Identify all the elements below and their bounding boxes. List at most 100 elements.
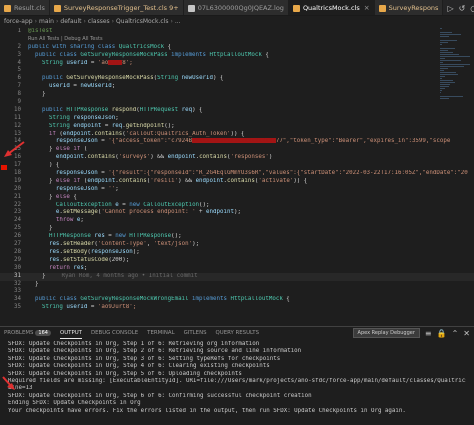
code-line[interactable]: 13 if (endpoint.contains('callout:Qualtr…: [0, 131, 474, 139]
code-line[interactable]: 9: [0, 99, 474, 107]
panel-tab-list: PROBLEMS 164 OUTPUT DEBUG CONSOLE TERMINAL GI…: [4, 327, 268, 339]
circle-icon[interactable]: ○: [470, 4, 474, 13]
code-token: {: [164, 43, 172, 50]
code-line[interactable]: 2 public with sharing class QualtricsMock…: [0, 44, 474, 52]
code-token: HTTPResponse: [48, 233, 91, 240]
code-line[interactable]: 24 throw e;: [0, 217, 474, 225]
codelens-run-tests[interactable]: Run All Tests | Debug All Tests: [28, 36, 103, 42]
code-line[interactable]: 31 } Ryan Rom, 4 months ago • Initial com…: [0, 272, 474, 281]
editor-tab[interactable]: QualtricsMock.cls ×: [288, 0, 375, 15]
code-editor[interactable]: 1 @isTest Run All Tests | Debug All Tests 2…: [0, 28, 474, 326]
code-line[interactable]: 27 res.setHeader('Content-Type', 'text/j…: [0, 241, 474, 249]
code-token: else if: [55, 177, 81, 184]
minimap-line: [440, 60, 461, 61]
lines-icon[interactable]: ≡: [425, 329, 432, 338]
panel-tab-label: PROBLEMS: [4, 330, 34, 336]
code-line[interactable]: 17 ) {: [0, 162, 474, 170]
checkpoint-marker[interactable]: [0, 28, 10, 326]
code-line[interactable]: 10 public HTTPResponse respond(HTTPReque…: [0, 107, 474, 115]
code-line[interactable]: 28 res.setBody(responseJson);: [0, 249, 474, 257]
code-line[interactable]: 18 responseJson = '{"result":{"responseI…: [0, 170, 474, 178]
panel-tab[interactable]: TERMINAL: [147, 327, 174, 339]
code-line[interactable]: 4 String userId = 'aoxxxx8';: [0, 59, 474, 68]
editor-tab[interactable]: Result.cls: [0, 0, 50, 15]
code-token: );: [233, 209, 241, 216]
lock-icon[interactable]: 🔒: [437, 329, 447, 338]
breadcrumb-item[interactable]: main: [39, 18, 54, 25]
code-line[interactable]: 19 } else if (endpoint.contains('resili'…: [0, 178, 474, 186]
file-icon: [4, 4, 11, 12]
code-token: 'ao: [97, 59, 109, 66]
breadcrumb-item[interactable]: ...: [175, 18, 181, 25]
editor-tab[interactable]: SurveyResponseTrigger_Test.cls 9+: [49, 0, 184, 15]
gitlens-blame-annotation[interactable]: Ryan Rom, 4 months ago • Initial commit: [61, 273, 197, 279]
breadcrumb-item[interactable]: default: [60, 18, 81, 25]
minimap-line: [440, 42, 448, 43]
code-line[interactable]: 20 responseJson = '';: [0, 186, 474, 194]
output-channel-select[interactable]: Apex Replay Debugger: [352, 328, 420, 338]
code-line[interactable]: 35 String userId = 'ao9Jurt8';: [0, 304, 474, 312]
code-text: } else if (: [24, 146, 474, 154]
code-line[interactable]: 32 }: [0, 281, 474, 289]
code-token: else if: [55, 146, 81, 153]
close-icon[interactable]: ✕: [463, 329, 470, 338]
panel-tab[interactable]: DEBUG CONSOLE: [91, 327, 138, 339]
breadcrumb-item[interactable]: QualtricsMock.cls: [116, 18, 168, 25]
code-line[interactable]: Run All Tests | Debug All Tests: [0, 36, 474, 44]
code-line[interactable]: 5: [0, 67, 474, 75]
bottom-panel: PROBLEMS 164 OUTPUT DEBUG CONSOLE TERMINAL GI…: [0, 326, 474, 425]
panel-tab[interactable]: OUTPUT: [59, 327, 82, 339]
gutter[interactable]: [0, 28, 10, 326]
file-icon: [292, 4, 300, 12]
breadcrumb-item[interactable]: force-app: [4, 18, 33, 25]
minimap[interactable]: [440, 28, 470, 108]
code-line[interactable]: 14 responseJson = '{"access_token":"c792…: [0, 138, 474, 146]
checkpoint-icon[interactable]: [1, 165, 7, 170]
code-token: responseJson: [90, 248, 133, 255]
code-line[interactable]: 29 res.setStatusCode(200);: [0, 257, 474, 265]
code-line[interactable]: 3 public class GetSurveyResponseMockPass…: [0, 52, 474, 60]
panel-tab[interactable]: PROBLEMS 164: [4, 327, 51, 339]
code-token: setBody: [62, 248, 88, 255]
code-line[interactable]: 16 endpoint.contains('surveys') && endpo…: [0, 154, 474, 162]
code-line[interactable]: 22 CalloutException e = new CalloutExcep…: [0, 202, 474, 210]
output-log: SFDX: Update Checkpoints in Org, Step 1 …: [0, 339, 474, 417]
panel-tab[interactable]: QUERY RESULTS: [216, 327, 260, 339]
code-line[interactable]: 30 return res;: [0, 265, 474, 273]
code-token: =: [97, 185, 109, 192]
code-line[interactable]: 34 public class GetSurveyResponseMockWro…: [0, 296, 474, 304]
code-line[interactable]: 23 e.setMessage('Cannot process endpoint…: [0, 209, 474, 217]
editor-tab[interactable]: SurveyRespons: [374, 0, 444, 15]
breadcrumb-item[interactable]: classes: [88, 18, 110, 25]
close-icon[interactable]: ×: [364, 4, 370, 12]
code-token: HTTPRequest: [139, 106, 179, 113]
code-line[interactable]: 33: [0, 288, 474, 296]
history-icon[interactable]: ↺: [459, 4, 466, 13]
run-icon[interactable]: ▷: [447, 4, 453, 13]
code-token: GetSurveyResponseMockWrongEmail: [80, 296, 189, 303]
code-line[interactable]: 1 @isTest: [0, 28, 474, 36]
code-line[interactable]: 7 userId = newUserId;: [0, 83, 474, 91]
code-line[interactable]: 11 String responseJson;: [0, 115, 474, 123]
code-line[interactable]: 25 }: [0, 225, 474, 233]
code-token: 'resili': [150, 177, 179, 184]
code-line[interactable]: 26 HTTPResponse res = new HTTPResponse()…: [0, 233, 474, 241]
panel-tab[interactable]: GITLENS: [184, 327, 207, 339]
code-line[interactable]: 6 public GetSurveyResponseMockPass(Strin…: [0, 75, 474, 83]
code-token: endpoint: [195, 177, 224, 184]
code-line[interactable]: 8 }: [0, 91, 474, 99]
output-line: Your checkpoints have errors. Fix the er…: [8, 407, 406, 414]
code-line[interactable]: 12 String endpoint = req.getEndpoint();: [0, 123, 474, 131]
code-line[interactable]: 21 } else {: [0, 194, 474, 202]
minimap-line: [440, 82, 455, 83]
chevron-up-icon[interactable]: ⌃: [452, 329, 459, 338]
editor-tab[interactable]: 07L6300000Qg0JQEAZ.log: [183, 0, 289, 15]
minimap-line: [440, 92, 441, 93]
code-text: res.setHeader('Content-Type', 'text/json…: [24, 241, 474, 249]
code-text: endpoint.contains('surveys') && endpoint…: [24, 154, 474, 162]
code-text: String userId = 'ao9Jurt8';: [24, 304, 474, 312]
code-line[interactable]: 15 } else if (: [0, 146, 474, 154]
code-token: CalloutException: [55, 201, 112, 208]
